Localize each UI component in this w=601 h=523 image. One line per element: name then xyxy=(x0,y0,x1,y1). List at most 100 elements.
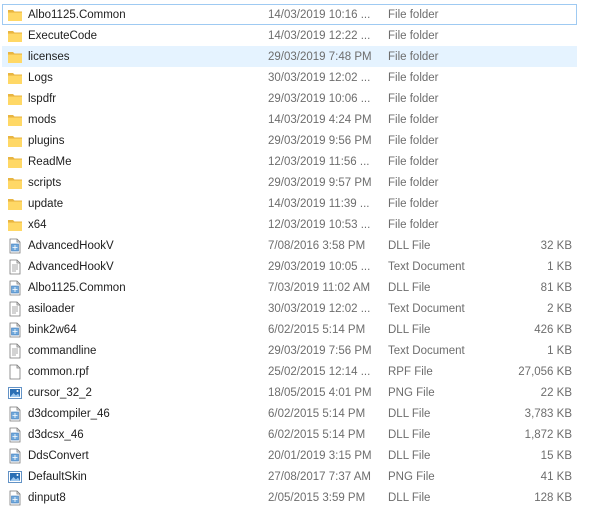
file-date-modified: 6/02/2015 5:14 PM xyxy=(268,408,366,420)
file-name: ExecuteCode xyxy=(28,30,98,42)
dll-file-icon xyxy=(7,427,23,443)
file-row[interactable]: mods 14/03/2019 4:24 PM File folder xyxy=(2,109,577,130)
folder-icon xyxy=(7,196,23,212)
file-date-modified: 29/03/2019 7:48 PM xyxy=(268,51,372,63)
file-row[interactable]: ReadMe 12/03/2019 11:56 ... File folder xyxy=(2,151,577,172)
file-name: ReadMe xyxy=(28,156,72,168)
file-type: File folder xyxy=(388,114,439,126)
file-row[interactable]: lspdfr 29/03/2019 10:06 ... File folder xyxy=(2,88,577,109)
file-name: update xyxy=(28,198,64,210)
file-size: 1,872 KB xyxy=(524,429,572,441)
file-name: licenses xyxy=(28,51,70,63)
file-name: common.rpf xyxy=(28,366,89,378)
file-type: DLL File xyxy=(388,282,431,294)
file-date-modified: 6/02/2015 5:14 PM xyxy=(268,429,366,441)
file-row[interactable]: d3dcsx_46 6/02/2015 5:14 PM DLL File 1,872 … xyxy=(2,424,577,445)
file-row[interactable]: AdvancedHookV 7/08/2016 3:58 PM DLL File 32… xyxy=(2,235,577,256)
file-type: File folder xyxy=(388,93,439,105)
file-type: PNG File xyxy=(388,387,435,399)
file-name: Logs xyxy=(28,72,53,84)
file-row[interactable]: x64 12/03/2019 10:53 ... File folder xyxy=(2,214,577,235)
dll-file-icon xyxy=(7,280,23,296)
file-name: commandline xyxy=(28,345,97,357)
dll-file-icon xyxy=(7,406,23,422)
file-name: DefaultSkin xyxy=(28,471,87,483)
file-row[interactable]: DdsConvert 20/01/2019 3:15 PM DLL File 15 K… xyxy=(2,445,577,466)
file-row[interactable]: common.rpf 25/02/2015 12:14 ... RPF File 27… xyxy=(2,361,577,382)
file-row[interactable]: licenses 29/03/2019 7:48 PM File folder xyxy=(2,46,577,67)
file-row[interactable]: scripts 29/03/2019 9:57 PM File folder xyxy=(2,172,577,193)
file-type: DLL File xyxy=(388,429,431,441)
file-name: Albo1125.Common xyxy=(28,282,126,294)
folder-icon xyxy=(7,70,23,86)
file-date-modified: 20/01/2019 3:15 PM xyxy=(268,450,372,462)
file-date-modified: 29/03/2019 7:56 PM xyxy=(268,345,372,357)
file-date-modified: 6/02/2015 5:14 PM xyxy=(268,324,366,336)
file-size: 22 KB xyxy=(540,387,572,399)
file-type: Text Document xyxy=(388,303,465,315)
dll-file-icon xyxy=(7,238,23,254)
file-date-modified: 30/03/2019 12:02 ... xyxy=(268,303,371,315)
file-date-modified: 25/02/2015 12:14 ... xyxy=(268,366,371,378)
folder-icon xyxy=(7,112,23,128)
dll-file-icon xyxy=(7,448,23,464)
file-name: x64 xyxy=(28,219,47,231)
file-row[interactable]: bink2w64 6/02/2015 5:14 PM DLL File 426 KB xyxy=(2,319,577,340)
file-date-modified: 27/08/2017 7:37 AM xyxy=(268,471,371,483)
file-row[interactable]: AdvancedHookV 29/03/2019 10:05 ... Text Do… xyxy=(2,256,577,277)
file-row[interactable]: Logs 30/03/2019 12:02 ... File folder xyxy=(2,67,577,88)
file-size: 41 KB xyxy=(540,471,572,483)
folder-icon xyxy=(7,175,23,191)
file-date-modified: 12/03/2019 11:56 ... xyxy=(268,156,370,168)
file-name: AdvancedHookV xyxy=(28,261,114,273)
file-date-modified: 18/05/2015 4:01 PM xyxy=(268,387,372,399)
file-name: scripts xyxy=(28,177,62,189)
file-type: PNG File xyxy=(388,471,435,483)
file-size: 32 KB xyxy=(540,240,572,252)
file-size: 1 KB xyxy=(547,261,572,273)
file-row[interactable]: ExecuteCode 14/03/2019 12:22 ... File fold… xyxy=(2,25,577,46)
file-name: cursor_32_2 xyxy=(28,387,92,399)
file-size: 27,056 KB xyxy=(518,366,572,378)
folder-icon xyxy=(7,49,23,65)
file-date-modified: 29/03/2019 9:57 PM xyxy=(268,177,372,189)
file-date-modified: 7/08/2016 3:58 PM xyxy=(268,240,366,252)
file-date-modified: 29/03/2019 10:06 ... xyxy=(268,93,371,105)
file-type: File folder xyxy=(388,9,439,21)
blank-file-icon xyxy=(7,364,23,380)
file-date-modified: 2/05/2015 3:59 PM xyxy=(268,492,366,504)
file-row[interactable]: cursor_32_2 18/05/2015 4:01 PM PNG File 22 … xyxy=(2,382,577,403)
file-date-modified: 30/03/2019 12:02 ... xyxy=(268,72,371,84)
file-type: DLL File xyxy=(388,324,431,336)
file-row[interactable]: update 14/03/2019 11:39 ... File folder xyxy=(2,193,577,214)
file-row[interactable]: d3dcompiler_46 6/02/2015 5:14 PM DLL File 3… xyxy=(2,403,577,424)
file-name: asiloader xyxy=(28,303,75,315)
file-date-modified: 14/03/2019 12:22 ... xyxy=(268,30,371,42)
file-row[interactable]: Albo1125.Common 14/03/2019 10:16 ... File … xyxy=(2,4,577,25)
file-row[interactable]: commandline 29/03/2019 7:56 PM Text Docume… xyxy=(2,340,577,361)
folder-icon xyxy=(7,28,23,44)
file-size: 2 KB xyxy=(547,303,572,315)
file-row[interactable]: Albo1125.Common 7/03/2019 11:02 AM DLL Fil… xyxy=(2,277,577,298)
file-size: 128 KB xyxy=(534,492,572,504)
folder-icon xyxy=(7,154,23,170)
folder-icon xyxy=(7,91,23,107)
file-row[interactable]: dinput8 2/05/2015 3:59 PM DLL File 128 KB xyxy=(2,487,577,508)
file-size: 81 KB xyxy=(540,282,572,294)
file-size: 3,783 KB xyxy=(524,408,572,420)
file-name: d3dcsx_46 xyxy=(28,429,84,441)
file-type: File folder xyxy=(388,30,439,42)
file-date-modified: 29/03/2019 9:56 PM xyxy=(268,135,372,147)
file-row[interactable]: plugins 29/03/2019 9:56 PM File folder xyxy=(2,130,577,151)
file-name: dinput8 xyxy=(28,492,66,504)
file-size: 426 KB xyxy=(534,324,572,336)
file-name: Albo1125.Common xyxy=(28,9,126,21)
file-name: mods xyxy=(28,114,57,126)
file-date-modified: 14/03/2019 4:24 PM xyxy=(268,114,372,126)
text-document-icon xyxy=(7,301,23,317)
file-type: RPF File xyxy=(388,366,433,378)
file-row[interactable]: asiloader 30/03/2019 12:02 ... Text Docume… xyxy=(2,298,577,319)
file-row[interactable]: DefaultSkin 27/08/2017 7:37 AM PNG File 41 … xyxy=(2,466,577,487)
file-date-modified: 29/03/2019 10:05 ... xyxy=(268,261,371,273)
png-file-icon xyxy=(7,385,23,401)
